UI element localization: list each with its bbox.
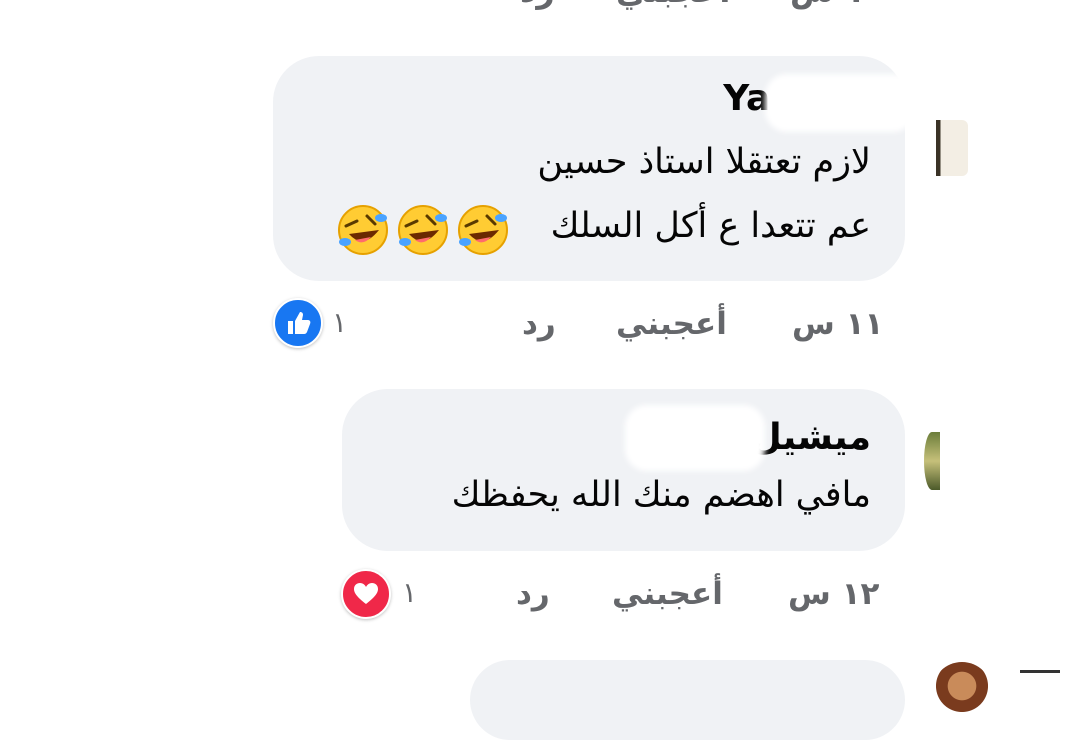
comment-text-line: عم تتعدا ع أكل السلك bbox=[550, 206, 871, 246]
comment-text-line: مافي اهضم منك الله يحفظك bbox=[451, 475, 871, 515]
laughing-emoji-icon bbox=[458, 205, 508, 255]
like-link[interactable]: أعجبني bbox=[616, 306, 727, 342]
comment-bubble-partial bbox=[470, 660, 905, 740]
comment-author[interactable]: ميشيل bbox=[751, 417, 871, 458]
redaction-mask bbox=[625, 405, 765, 471]
previous-comment-actions: رد أعجبني ١ س bbox=[0, 0, 1080, 12]
redaction-mask bbox=[765, 74, 915, 132]
decorative-fragment bbox=[1020, 670, 1060, 693]
love-reaction-icon[interactable] bbox=[341, 569, 391, 619]
laughing-emoji-icon bbox=[338, 205, 388, 255]
comment-timestamp: ١١ س bbox=[792, 306, 884, 342]
comment-actions: رد أعجبني ١١ س bbox=[0, 306, 1080, 350]
comment-timestamp: ١٢ س bbox=[788, 576, 880, 612]
reply-link[interactable]: رد bbox=[516, 576, 550, 612]
reaction-count: ١ bbox=[332, 306, 348, 339]
previous-like-link[interactable]: أعجبني bbox=[616, 0, 730, 10]
reply-link[interactable]: رد bbox=[522, 306, 556, 342]
comment-bubble: Yaser E لازم تعتقلا استاذ حسين عم تتعدا … bbox=[273, 56, 915, 281]
laughing-emoji-icon bbox=[398, 205, 448, 255]
comment-text-line: لازم تعتقلا استاذ حسين bbox=[537, 142, 871, 182]
avatar[interactable] bbox=[922, 120, 968, 176]
avatar[interactable] bbox=[932, 662, 992, 722]
avatar[interactable] bbox=[924, 432, 940, 490]
comment-actions: رد أعجبني ١٢ س bbox=[0, 576, 1080, 620]
like-link[interactable]: أعجبني bbox=[612, 576, 723, 612]
like-reaction-icon[interactable] bbox=[273, 298, 323, 348]
previous-timestamp: ١ س bbox=[790, 0, 865, 10]
reaction-count: ١ bbox=[402, 576, 418, 609]
previous-reply-link[interactable]: رد bbox=[520, 0, 555, 10]
comment-bubble: ميشيل مافي اهضم منك الله يحفظك bbox=[342, 389, 905, 551]
